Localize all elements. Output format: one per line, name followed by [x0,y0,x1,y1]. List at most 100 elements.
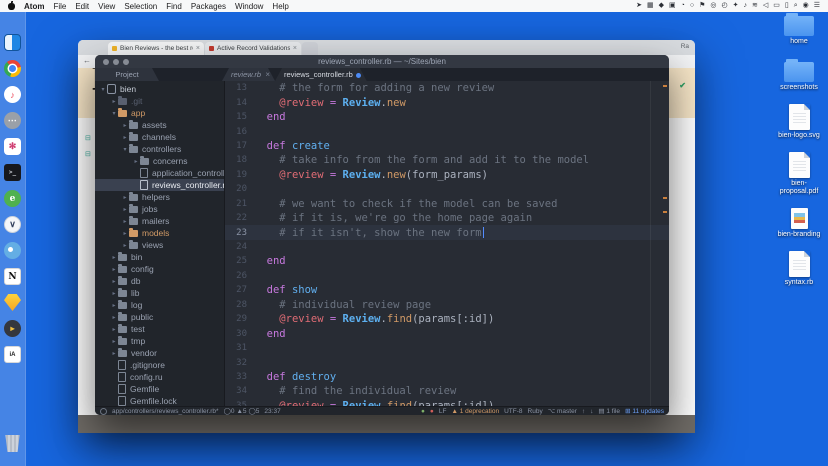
disclosure-arrow-icon[interactable]: ▸ [110,350,118,357]
status-segment-1-file[interactable]: ▤ 1 file [598,407,620,415]
disclosure-arrow-icon[interactable]: ▸ [121,134,129,141]
tree-item-tmp[interactable]: ▸tmp [95,335,224,347]
disclosure-arrow-icon[interactable]: ▸ [121,194,129,201]
disclosure-arrow-icon[interactable]: ▸ [121,242,129,249]
tree-item-config.ru[interactable]: config.ru [95,371,224,383]
disclosure-arrow-icon[interactable]: ▸ [121,218,129,225]
disclosure-arrow-icon[interactable]: ▸ [110,254,118,261]
search-icon[interactable]: ⌕ [794,0,798,12]
dock-item-messages[interactable]: ⋯ [4,112,21,129]
dock-item-mail[interactable]: ∨ [4,216,21,233]
cursor-position[interactable]: 23:37 [264,408,280,415]
dock-item-finder[interactable] [4,34,21,51]
browser-tab-stub[interactable] [302,42,318,55]
dock-item-slack[interactable]: ✻ [4,138,21,155]
dock-item-trash[interactable] [4,435,21,452]
code-line-15[interactable]: 15 end [225,110,669,124]
tree-item-db[interactable]: ▸db [95,275,224,287]
code-line-24[interactable]: 24 [225,240,669,254]
status-segment-utf-8[interactable]: UTF-8 [504,408,522,415]
tree-item-vendor[interactable]: ▸vendor [95,347,224,359]
disclosure-arrow-icon[interactable]: ▾ [121,146,129,153]
tree-item-log[interactable]: ▸log [95,299,224,311]
close-tab-icon[interactable]: × [196,45,200,52]
display-icon[interactable]: ▭ [773,0,780,12]
code-line-25[interactable]: 25 end [225,254,669,268]
menu-edit[interactable]: Edit [75,2,89,11]
tree-item-test[interactable]: ▸test [95,323,224,335]
flag-icon[interactable]: ⚑ [699,0,705,12]
code-line-33[interactable]: 33 def destroy [225,370,669,384]
dock-item-sketch[interactable] [4,294,21,311]
back-button[interactable]: ← [83,56,91,65]
tree-item-models[interactable]: ▸models [95,227,224,239]
spark-icon[interactable]: ✦ [733,0,739,12]
menu-window[interactable]: Window [235,2,263,11]
location-arrow-icon[interactable]: ➤ [636,0,642,12]
tree-item-bin[interactable]: ▸bin [95,251,224,263]
dock-item-terminal[interactable]: >_ [4,164,21,181]
status-segment-11-updates[interactable]: ⊞ 11 updates [625,407,664,415]
code-line-19[interactable]: 19 @review = Review.new(form_params) [225,168,669,182]
menu-help[interactable]: Help [272,2,288,11]
code-line-13[interactable]: 13 # the form for adding a new review [225,81,669,95]
code-line-31[interactable]: 31 [225,341,669,355]
disclosure-arrow-icon[interactable]: ▾ [99,86,107,93]
tree-item-lib[interactable]: ▸lib [95,287,224,299]
status-segment-icon-7[interactable]: ↑ [582,408,585,415]
status-segment-1-deprecation[interactable]: ▲ 1 deprecation [451,408,499,415]
tree-item-.git[interactable]: ▸.git [95,95,224,107]
browser-tab-1[interactable]: Active Record Validations —× [205,42,301,55]
menu-file[interactable]: File [53,2,66,11]
desktop-icon-screenshots[interactable]: screenshots [772,58,826,92]
browser-tab-0[interactable]: Bien Reviews - the best rec× [108,42,204,55]
disclosure-arrow-icon[interactable]: ▸ [121,230,129,237]
dock-item-media[interactable]: ▸ [4,320,21,337]
disclosure-arrow-icon[interactable]: ▸ [121,122,129,129]
desktop-icon-bien-logo.svg[interactable]: bien-logo.svg [772,104,826,140]
tree-item-views[interactable]: ▸views [95,239,224,251]
window-icon[interactable]: ▣ [669,0,676,12]
disclosure-arrow-icon[interactable]: ▸ [132,158,140,165]
menu-view[interactable]: View [98,2,115,11]
wifi-icon[interactable]: ≋ [752,0,758,12]
dock-item-notion[interactable]: N [4,268,21,285]
code-editor[interactable]: 13 # the form for adding a new review14 … [225,81,669,406]
menu-packages[interactable]: Packages [191,2,226,11]
tree-item-Gemfile.lock[interactable]: Gemfile.lock [95,395,224,406]
disclosure-arrow-icon[interactable]: ▸ [121,206,129,213]
desktop-icon-syntax.rb[interactable]: syntax.rb [772,251,826,287]
dock-item-chrome[interactable] [4,60,21,77]
clock-icon[interactable]: ◴ [721,0,727,12]
volume-icon[interactable]: ◁ [763,0,768,12]
tree-item-channels[interactable]: ▸channels [95,131,224,143]
music-icon[interactable]: ♪ [743,0,747,12]
tree-item-mailers[interactable]: ▸mailers [95,215,224,227]
code-line-26[interactable]: 26 [225,269,669,283]
code-line-17[interactable]: 17 def create [225,139,669,153]
tree-item-reviews_controller.rb[interactable]: reviews_controller.rb [95,179,224,191]
close-tab-icon[interactable]: × [265,68,270,81]
status-segment-icon-1[interactable]: ● [430,408,434,415]
disclosure-arrow-icon[interactable]: ▸ [110,326,118,333]
tree-item-jobs[interactable]: ▸jobs [95,203,224,215]
status-segment-icon-8[interactable]: ↓ [590,408,593,415]
disclosure-arrow-icon[interactable]: ▸ [110,278,118,285]
dock-item-ia[interactable]: iA [4,346,21,363]
status-file-path[interactable]: app/controllers/reviews_controller.rb* [112,408,219,415]
code-line-34[interactable]: 34 # find the individual review [225,384,669,398]
tree-item-assets[interactable]: ▸assets [95,119,224,131]
tree-item-concerns[interactable]: ▸concerns [95,155,224,167]
editor-tab-reviews_controller.rb[interactable]: reviews_controller.rb [275,68,367,81]
editor-tab-review.rb[interactable]: review.rb× [222,68,275,81]
status-segment-lf[interactable]: LF [439,408,447,415]
disclosure-arrow-icon[interactable]: ▾ [110,110,118,117]
status-segment-master[interactable]: ⌥ master [548,407,577,415]
tree-item-Gemfile[interactable]: Gemfile [95,383,224,395]
menu-find[interactable]: Find [166,2,182,11]
dock-item-evernote[interactable]: e [4,190,21,207]
code-line-16[interactable]: 16 [225,124,669,138]
tree-item-bien[interactable]: ▾bien [95,83,224,95]
code-line-23[interactable]: 23 # if it isn't, show the new form [225,225,669,239]
code-line-14[interactable]: 14 @review = Review.new [225,95,669,109]
